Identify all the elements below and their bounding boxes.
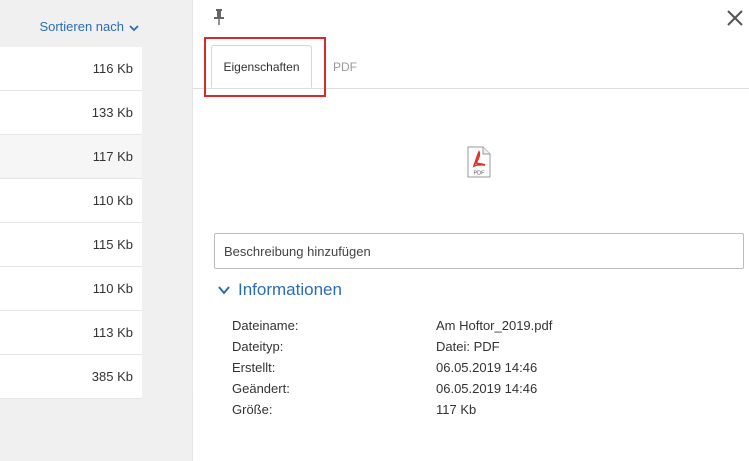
sort-button[interactable]: Sortieren nach <box>0 0 142 47</box>
close-icon[interactable] <box>726 9 744 27</box>
sort-label: Sortieren nach <box>39 19 124 34</box>
list-item[interactable]: 116 Kb <box>0 47 142 91</box>
list-item[interactable]: 113 Kb <box>0 311 142 355</box>
tab-label: PDF <box>333 59 357 74</box>
file-size: 113 Kb <box>92 325 133 340</box>
prop-row: Größe: 117 Kb <box>232 399 552 420</box>
list-item-selected[interactable]: 117 Kb <box>0 135 142 179</box>
tab-bar: Eigenschaften PDF <box>193 40 749 89</box>
prop-value: Am Hoftor_2019.pdf <box>436 318 553 333</box>
prop-value: Datei: PDF <box>436 339 500 354</box>
list-item[interactable]: 110 Kb <box>0 267 142 311</box>
prop-row: Erstellt: 06.05.2019 14:46 <box>232 357 552 378</box>
file-size: 110 Kb <box>92 193 133 208</box>
file-list-panel: Sortieren nach 116 Kb 133 Kb 117 Kb 110 … <box>0 0 192 461</box>
prop-key: Erstellt: <box>232 360 276 375</box>
tab-pdf[interactable]: PDF <box>333 45 357 88</box>
description-placeholder: Beschreibung hinzufügen <box>224 243 371 259</box>
file-size: 110 Kb <box>92 281 133 296</box>
prop-row: Dateiname: Am Hoftor_2019.pdf <box>232 315 552 336</box>
description-input[interactable]: Beschreibung hinzufügen <box>214 233 744 269</box>
pdf-file-icon: PDF <box>467 146 491 178</box>
prop-value: 06.05.2019 14:46 <box>436 360 538 375</box>
details-panel: Eigenschaften PDF PDF Beschreibung hinzu… <box>193 0 749 461</box>
chevron-down-icon <box>129 25 139 32</box>
prop-row: Dateityp: Datei: PDF <box>232 336 552 357</box>
prop-key: Dateiname: <box>232 318 299 333</box>
list-item[interactable]: 133 Kb <box>0 91 142 135</box>
list-item[interactable]: 110 Kb <box>0 179 142 223</box>
file-size: 115 Kb <box>92 237 133 252</box>
prop-key: Größe: <box>232 402 273 417</box>
file-size: 117 Kb <box>92 149 133 164</box>
pin-icon[interactable] <box>213 8 225 26</box>
list-item[interactable]: 115 Kb <box>0 223 142 267</box>
list-item[interactable]: 385 Kb <box>0 355 142 399</box>
tab-eigenschaften[interactable]: Eigenschaften <box>211 45 312 88</box>
info-heading: Informationen <box>238 280 342 299</box>
prop-row: Geändert: 06.05.2019 14:46 <box>232 378 552 399</box>
prop-value: 117 Kb <box>436 402 477 417</box>
file-list: 116 Kb 133 Kb 117 Kb 110 Kb 115 Kb 110 K… <box>0 47 142 399</box>
file-size: 133 Kb <box>91 105 133 120</box>
prop-value: 06.05.2019 14:46 <box>436 381 538 396</box>
tab-label: Eigenschaften <box>223 59 300 74</box>
properties-list: Dateiname: Am Hoftor_2019.pdf Dateityp: … <box>232 315 552 420</box>
prop-key: Dateityp: <box>232 339 284 354</box>
prop-key: Geändert: <box>232 381 290 396</box>
file-icon-label: PDF <box>474 171 486 177</box>
chevron-down-icon <box>218 286 230 295</box>
file-size: 385 Kb <box>91 369 133 384</box>
file-size: 116 Kb <box>92 61 133 76</box>
info-section-toggle[interactable]: Informationen <box>217 280 342 300</box>
